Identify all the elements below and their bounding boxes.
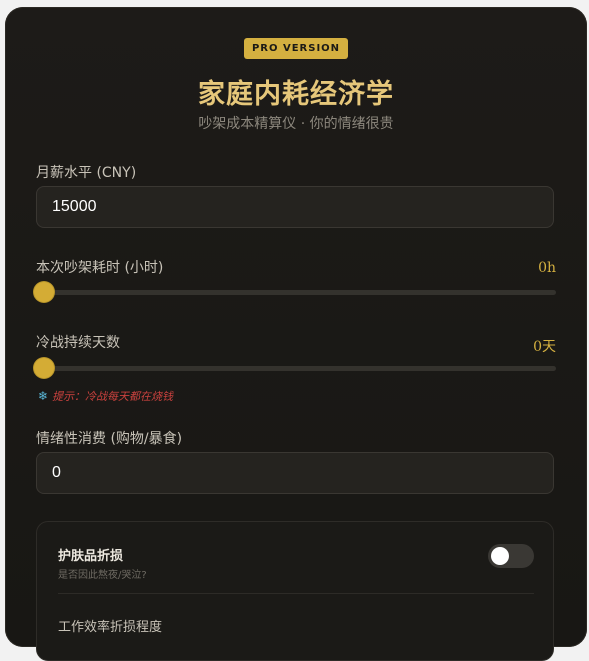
- argument-hours-slider[interactable]: [34, 282, 556, 302]
- snowflake-icon: ❄: [38, 389, 49, 403]
- cold-war-hint-text: 提示：冷战每天都在烧钱: [52, 390, 174, 403]
- efficiency-label: 工作效率折损程度: [58, 620, 163, 635]
- page-title: 家庭内耗经济学: [198, 79, 394, 110]
- cold-war-days-slider[interactable]: [34, 358, 556, 378]
- emotional-spending-label: 情绪性消费 (购物/暴食): [36, 431, 183, 447]
- cold-war-hint: ❄ 提示：冷战每天都在烧钱: [38, 388, 173, 404]
- cold-war-days-label: 冷战持续天数: [36, 335, 120, 351]
- argument-hours-readout: 0h: [538, 260, 556, 276]
- cold-war-days-readout: 0天: [533, 339, 556, 355]
- cold-war-days-slider-thumb[interactable]: [34, 358, 54, 378]
- panel-divider: [58, 593, 534, 594]
- emotional-spending-input[interactable]: 0: [36, 452, 554, 494]
- page-subtitle: 吵架成本精算仪 · 你的情绪很贵: [198, 116, 394, 132]
- skincare-toggle[interactable]: [488, 544, 534, 568]
- salary-label: 月薪水平 (CNY): [36, 165, 137, 181]
- calculator-card: PRO VERSION 家庭内耗经济学 吵架成本精算仪 · 你的情绪很贵 月薪水…: [5, 7, 587, 661]
- argument-hours-slider-thumb[interactable]: [34, 282, 54, 302]
- options-panel: 护肤品折损 是否因此熬夜/哭泣? 工作效率折损程度: [36, 521, 554, 661]
- skincare-subtitle: 是否因此熬夜/哭泣?: [58, 570, 147, 581]
- salary-input[interactable]: 15000: [36, 186, 554, 228]
- pro-version-badge: PRO VERSION: [244, 38, 348, 59]
- argument-hours-label: 本次吵架耗时 (小时): [36, 260, 164, 276]
- skincare-title: 护肤品折损: [58, 549, 124, 564]
- skincare-toggle-knob: [491, 547, 509, 565]
